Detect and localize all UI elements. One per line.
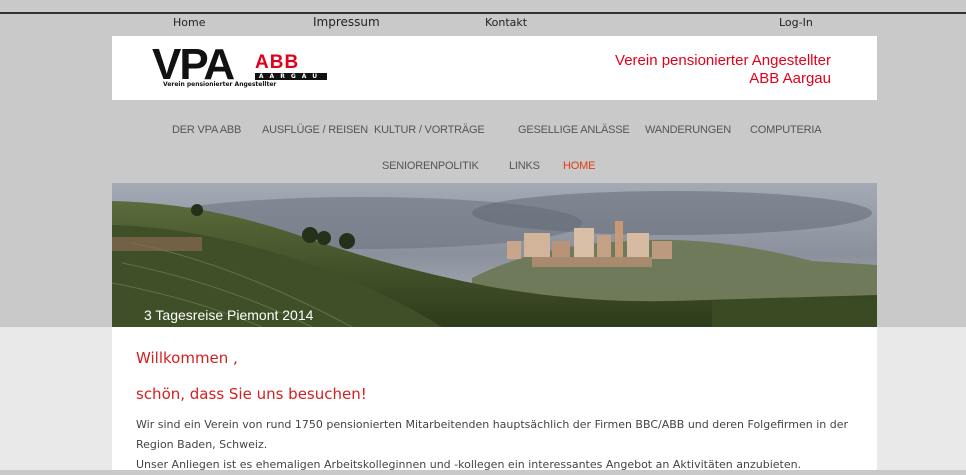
nav-seniorenpolitik[interactable]: SENIORENPOLITIK [382, 160, 479, 172]
intro-paragraph: Wir sind ein Verein von rund 1750 pensio… [136, 415, 866, 475]
nav-kultur-vortraege[interactable]: KULTUR / VORTRÄGE [374, 124, 485, 136]
welcome-subheading: schön, dass Sie uns besuchen! [136, 385, 367, 403]
nav-ausfluege-reisen[interactable]: AUSFLÜGE / REISEN [262, 124, 368, 136]
organization-name: Verein pensionierter Angestellter ABB Aa… [615, 52, 831, 88]
nav-computeria[interactable]: COMPUTERIA [750, 124, 822, 136]
banner-landscape-image [112, 183, 877, 327]
site-header: VPA ABB AARGAU Verein pensionierter Ange… [112, 36, 877, 100]
logo-abb-text: ABB [255, 52, 300, 73]
intro-paragraph-line3: Unser Anliegen ist es ehemaligen Arbeits… [136, 458, 802, 471]
nav-links[interactable]: LINKS [509, 160, 540, 172]
banner-caption: 3 Tagesreise Piemont 2014 [144, 307, 314, 323]
intro-paragraph-line2: Region Baden, Schweiz. [136, 438, 268, 451]
nav-der-vpa-abb[interactable]: DER VPA ABB [172, 124, 241, 136]
welcome-heading: Willkommen , [136, 349, 238, 367]
topnav-impressum-link[interactable]: Impressum [313, 15, 380, 29]
top-border [0, 12, 966, 14]
nav-wanderungen[interactable]: WANDERUNGEN [645, 124, 731, 136]
top-navigation: Home Impressum Kontakt Log-In [0, 15, 966, 32]
organization-name-line2: ABB Aargau [749, 70, 831, 87]
nav-gesellige-anlaesse[interactable]: GESELLIGE ANLÄSSE [518, 124, 630, 136]
vpa-abb-logo[interactable]: VPA ABB AARGAU Verein pensionierter Ange… [152, 43, 327, 91]
hero-banner: 3 Tagesreise Piemont 2014 [112, 183, 877, 327]
nav-home[interactable]: HOME [563, 160, 595, 172]
main-content: Willkommen , schön, dass Sie uns besuche… [112, 327, 877, 471]
logo-subtitle: Verein pensionierter Angestellter [163, 81, 277, 88]
topnav-home-link[interactable]: Home [173, 16, 205, 29]
organization-name-line1: Verein pensionierter Angestellter [615, 52, 831, 69]
logo-aargau-bar: AARGAU [255, 73, 327, 80]
intro-paragraph-line1: Wir sind ein Verein von rund 1750 pensio… [136, 418, 848, 431]
topnav-login-link[interactable]: Log-In [779, 16, 813, 29]
topnav-kontakt-link[interactable]: Kontakt [485, 16, 527, 29]
